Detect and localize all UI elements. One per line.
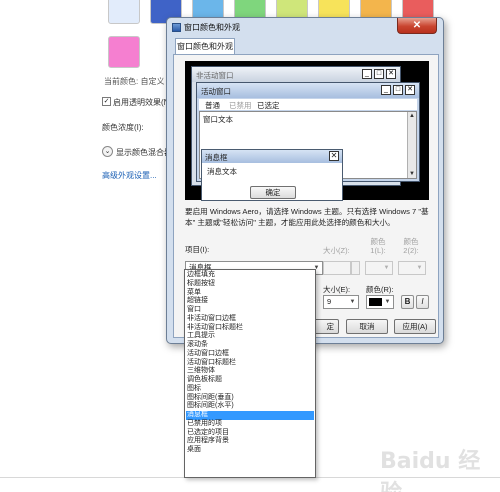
current-color-label: 当前颜色: 自定义 <box>104 77 165 86</box>
maximize-icon: □ <box>393 85 403 95</box>
color1-label: 颜色 1(L): <box>370 237 386 255</box>
font-size-combo[interactable]: 9 ▼ <box>323 295 359 309</box>
color1-combo[interactable]: ▼ <box>365 261 393 275</box>
menu-item-disabled: 已禁用 <box>229 101 252 110</box>
font-size-value: 9 <box>327 297 332 306</box>
list-item[interactable]: 图标间距(垂直) <box>186 394 314 403</box>
message-text: 消息文本 <box>207 167 237 176</box>
list-item[interactable]: 超链接 <box>186 297 314 306</box>
list-item[interactable]: 已禁用的项 <box>186 420 314 429</box>
font-color-swatch <box>369 298 382 306</box>
chevron-down-icon: ▼ <box>349 299 356 305</box>
list-item[interactable]: 应用程序背景 <box>186 437 314 446</box>
scroll-up-icon: ▲ <box>409 113 415 119</box>
window-text: 窗口文本 <box>203 115 233 124</box>
list-item[interactable]: 非活动窗口标题栏 <box>186 324 314 333</box>
chevron-down-icon: ▼ <box>383 265 390 271</box>
dialog-title: 窗口颜色和外观 <box>184 23 240 32</box>
list-item[interactable]: 标题按钮 <box>186 280 314 289</box>
minimize-icon: _ <box>381 85 391 95</box>
bold-button[interactable]: B <box>401 295 414 309</box>
minimize-icon: _ <box>362 69 372 79</box>
transparency-label[interactable]: 启用透明效果(N) <box>113 97 172 108</box>
chevron-down-icon: ▼ <box>384 299 391 305</box>
transparency-checkbox[interactable]: ✓ <box>102 97 111 106</box>
baidu-watermark: Baidu 经验 <box>380 449 481 492</box>
window-color-icon <box>172 23 181 32</box>
color2-combo[interactable]: ▼ <box>398 261 426 275</box>
list-item[interactable]: 活动窗口标题栏 <box>186 359 314 368</box>
aero-description: 要启用 Windows Aero，请选择 Windows 主题。只有选择 Win… <box>185 207 429 227</box>
inactive-window-title: 非活动窗口 <box>196 71 234 80</box>
chevron-down-icon: ▼ <box>416 265 423 271</box>
menu-item-selected: 已选定 <box>257 101 280 110</box>
list-item[interactable]: 边框填充 <box>186 271 314 280</box>
list-item[interactable]: 图标 <box>186 385 314 394</box>
dialog-titlebar[interactable]: 窗口颜色和外观 ✕ <box>167 18 443 38</box>
list-item[interactable]: 菜单 <box>186 289 314 298</box>
list-item[interactable]: 工具提示 <box>186 332 314 341</box>
apply-button[interactable]: 应用(A) <box>394 319 436 334</box>
message-close-icon: ✕ <box>329 151 339 161</box>
list-item[interactable]: 窗口 <box>186 306 314 315</box>
close-icon: ✕ <box>386 69 396 79</box>
advanced-appearance-link[interactable]: 高级外观设置... <box>102 170 157 181</box>
color-intensity-label: 颜色浓度(I): <box>102 123 144 132</box>
message-ok-button: 确定 <box>250 186 296 199</box>
list-item[interactable]: 滚动条 <box>186 341 314 350</box>
list-item[interactable]: 非活动窗口边框 <box>186 315 314 324</box>
size-label: 大小(Z): <box>323 246 350 255</box>
font-color-label: 颜色(R): <box>366 285 394 294</box>
inactive-titlebar: 非活动窗口 _ □ ✕ <box>192 67 400 82</box>
active-titlebar: 活动窗口 _ □ ✕ <box>197 83 419 98</box>
preview-menubar: 普通 已禁用 已选定 <box>199 99 417 110</box>
message-title: 消息框 <box>205 153 228 162</box>
font-color-combo[interactable]: ▼ <box>366 295 394 309</box>
color2-label: 颜色 2(2): <box>403 237 419 255</box>
font-size-label: 大小(E): <box>323 285 351 294</box>
item-label: 项目(I): <box>185 245 210 254</box>
appearance-preview[interactable]: 非活动窗口 _ □ ✕ 活动窗口 _ □ ✕ 普通 已禁用 已选定 窗口文本 ▲… <box>185 61 429 201</box>
scroll-down-icon: ▼ <box>409 171 415 177</box>
list-item-selected[interactable]: 消息框 <box>186 411 314 420</box>
list-item[interactable]: 调色板标题 <box>186 376 314 385</box>
color-swatch-9[interactable] <box>108 36 140 68</box>
list-item[interactable]: 活动窗口边框 <box>186 350 314 359</box>
maximize-icon: □ <box>374 69 384 79</box>
expand-mixer-icon[interactable]: ⌄ <box>102 146 113 157</box>
close-icon: ✕ <box>405 85 415 95</box>
active-window-title: 活动窗口 <box>201 87 231 96</box>
cancel-button[interactable]: 取消 <box>346 319 388 334</box>
message-titlebar: 消息框 ✕ <box>202 150 342 163</box>
item-dropdown-list[interactable]: 边框填充 标题按钮 菜单 超链接 窗口 非活动窗口边框 非活动窗口标题栏 工具提… <box>184 269 316 478</box>
list-item[interactable]: 已选定的项目 <box>186 429 314 438</box>
list-item[interactable]: 桌面 <box>186 446 314 455</box>
preview-message-box: 消息框 ✕ 消息文本 确定 <box>201 149 343 201</box>
list-item[interactable]: 三维物体 <box>186 367 314 376</box>
list-item[interactable]: 图标间距(水平) <box>186 402 314 411</box>
tab-window-color[interactable]: 窗口颜色和外观 <box>175 38 235 55</box>
color-swatch-1[interactable] <box>108 0 140 24</box>
italic-button[interactable]: I <box>416 295 429 309</box>
item-size-field[interactable] <box>323 261 351 275</box>
preview-scrollbar: ▲ ▼ <box>407 112 416 178</box>
menu-item-normal: 普通 <box>205 101 220 110</box>
size-spinner[interactable] <box>351 261 360 275</box>
dialog-close-button[interactable]: ✕ <box>397 18 437 34</box>
